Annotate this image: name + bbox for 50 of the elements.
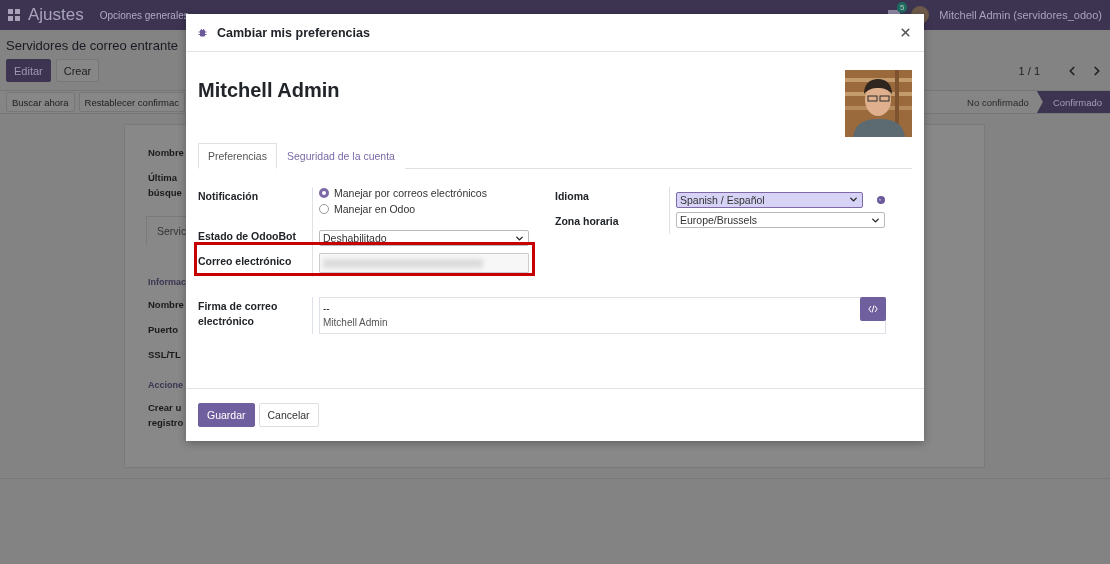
radio-label: Manejar en Odoo	[334, 203, 416, 215]
create-button[interactable]: Crear	[55, 59, 100, 82]
header-button[interactable]: Restablecer confirmac	[78, 92, 186, 112]
field-label: Estado de OdooBot	[198, 229, 297, 244]
field-label: Firma de correo electrónico	[198, 299, 279, 329]
menu-item[interactable]: Opciones generales	[99, 9, 189, 21]
radio-icon[interactable]	[319, 204, 329, 214]
save-button[interactable]: Guardar	[198, 403, 255, 427]
field-label: Nombre	[148, 298, 184, 312]
radio-option[interactable]: Manejar por correos electrónicos	[319, 187, 555, 199]
field-label: Nombre	[148, 146, 184, 160]
language-select[interactable]: Spanish / Español	[676, 191, 863, 208]
radio-icon[interactable]	[319, 188, 329, 198]
dialog-title: Cambiar mis preferencias	[217, 25, 370, 40]
pager-counter: 1 / 1	[1018, 64, 1040, 77]
signature-line: Mitchell Admin	[323, 316, 388, 330]
cancel-button[interactable]: Cancelar	[258, 403, 319, 427]
apps-grid-icon[interactable]	[8, 9, 20, 21]
section-title: Accione	[148, 380, 183, 390]
breadcrumb[interactable]: Servidores de correo entrante	[6, 38, 178, 53]
close-button[interactable]	[899, 26, 912, 39]
status-stage[interactable]: No confirmado	[951, 91, 1037, 113]
code-icon	[868, 305, 878, 313]
field-label: Correo electrónico	[198, 254, 293, 269]
field-label: Zona horaria	[555, 214, 620, 229]
code-view-button[interactable]	[860, 297, 886, 321]
radio-option[interactable]: Manejar en Odoo	[319, 203, 555, 215]
globe-icon[interactable]	[877, 195, 885, 204]
notification-badge: 5	[896, 2, 908, 13]
app-title[interactable]: Ajustes	[28, 5, 84, 25]
section-title: Informac	[148, 277, 186, 287]
field-label: SSL/TL	[148, 348, 181, 362]
edit-button[interactable]: Editar	[6, 59, 51, 82]
user-name[interactable]: Mitchell Admin (servidores_odoo)	[939, 9, 1102, 21]
dialog-tab[interactable]: Preferencias	[198, 143, 277, 169]
field-label: Última búsque	[148, 171, 182, 200]
timezone-select[interactable]: Europe/Brussels	[676, 212, 885, 228]
signature-line: --	[323, 302, 330, 316]
user-name-heading: Mitchell Admin	[198, 79, 340, 102]
chevron-down-icon	[848, 194, 859, 205]
field-label: Notificación	[198, 189, 260, 204]
radio-label: Manejar por correos electrónicos	[334, 187, 487, 199]
field-label: Crear u registro	[148, 401, 184, 430]
signature-editor[interactable]: -- Mitchell Admin	[319, 297, 886, 334]
field-label: Idioma	[555, 189, 590, 204]
status-stage[interactable]: Confirmado	[1036, 91, 1110, 113]
email-field[interactable]	[319, 253, 529, 273]
header-button[interactable]: Buscar ahora	[6, 92, 75, 112]
bug-icon[interactable]	[198, 27, 207, 38]
field-label: Puerto	[148, 323, 179, 337]
